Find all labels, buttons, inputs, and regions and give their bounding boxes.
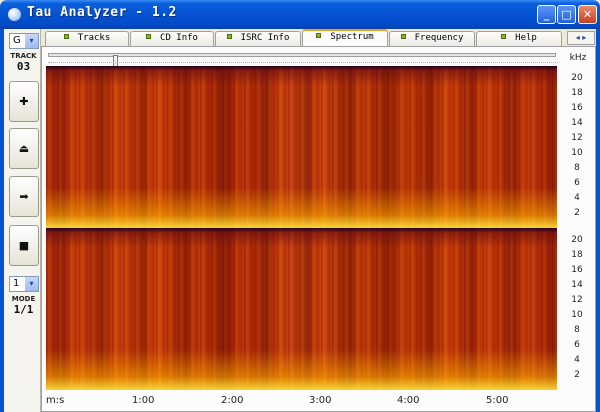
status-led-icon [316, 33, 322, 38]
plus-icon: ✚ [19, 95, 29, 108]
time-unit-label: m:s [46, 395, 65, 406]
app-icon [7, 7, 22, 22]
eject-button[interactable]: ⏏ [9, 128, 39, 169]
tab-cd-info[interactable]: CD Info [130, 31, 214, 46]
side-panel: G ▾ TRACK 03 ✚ ⏏ ➡ ■ 1 ▾ MODE 1/1 [4, 29, 41, 412]
tab-help[interactable]: Help [476, 31, 562, 46]
zoom-in-button[interactable]: ✚ [9, 81, 39, 122]
time-tick: 2:00 [221, 395, 244, 406]
status-led-icon [400, 34, 406, 39]
time-tick: 3:00 [309, 395, 332, 406]
mode-select-value: 1 [13, 278, 20, 289]
tab-spectrum[interactable]: Spectrum [302, 29, 388, 46]
time-tick: 1:00 [132, 395, 155, 406]
tab-label: Frequency [414, 33, 464, 43]
status-led-icon [226, 34, 232, 39]
window-frame-right [596, 29, 600, 412]
position-slider[interactable] [48, 53, 556, 67]
freq-tick: 2 [574, 208, 580, 218]
tab-frequency[interactable]: Frequency [389, 31, 475, 46]
freq-tick: 4 [574, 193, 580, 203]
status-led-icon [63, 34, 69, 39]
track-number: 03 [16, 60, 31, 73]
tab-label: Spectrum [330, 32, 374, 42]
freq-tick: 14 [571, 280, 583, 290]
freq-tick: 12 [571, 295, 583, 305]
mode-value: 1/1 [13, 303, 34, 316]
chevron-down-icon[interactable]: ▾ [25, 277, 38, 291]
mode-select[interactable]: 1 ▾ [9, 276, 39, 292]
track-label: TRACK [10, 52, 37, 60]
drive-select-value: G [13, 35, 21, 46]
arrow-right-icon: ➡ [19, 190, 29, 203]
maximize-button[interactable]: □ [557, 5, 576, 24]
slider-tick-marks [48, 62, 558, 63]
play-button[interactable]: ➡ [9, 176, 39, 217]
freq-tick: 6 [574, 178, 580, 188]
tab-label: ISRC Info [240, 33, 290, 43]
freq-tick: 8 [574, 325, 580, 335]
tab-label: CD Info [160, 33, 198, 43]
freq-tick: 10 [571, 310, 583, 320]
freq-unit-label: kHz [569, 53, 587, 63]
freq-tick: 20 [571, 235, 583, 245]
tab-bar: Tracks CD Info ISRC Info Spectrum Freque… [41, 29, 596, 46]
frequency-axis-bottom: 20 18 16 14 12 10 8 6 4 2 [561, 228, 595, 390]
mode-label: MODE [11, 295, 36, 303]
freq-tick: 10 [571, 148, 583, 158]
status-led-icon [501, 34, 507, 39]
freq-tick: 20 [571, 73, 583, 83]
title-bar[interactable]: Tau Analyzer - 1.2 _ □ ✕ [0, 0, 600, 29]
freq-tick: 4 [574, 355, 580, 365]
close-button[interactable]: ✕ [578, 5, 597, 24]
freq-tick: 14 [571, 118, 583, 128]
freq-tick: 16 [571, 103, 583, 113]
freq-tick: 18 [571, 250, 583, 260]
freq-tick: 16 [571, 265, 583, 275]
spectrum-panel: kHz 20 18 16 14 12 10 8 6 4 2 20 18 16 1… [41, 46, 596, 412]
chevron-down-icon[interactable]: ▾ [25, 34, 38, 48]
tab-label: Tracks [77, 33, 111, 43]
tab-isrc-info[interactable]: ISRC Info [215, 31, 301, 46]
freq-tick: 6 [574, 340, 580, 350]
freq-tick: 8 [574, 163, 580, 173]
minimize-button[interactable]: _ [537, 5, 556, 24]
freq-tick: 12 [571, 133, 583, 143]
stop-button[interactable]: ■ [9, 225, 39, 266]
time-tick: 5:00 [486, 395, 509, 406]
frequency-axis-top: kHz 20 18 16 14 12 10 8 6 4 2 [561, 53, 595, 228]
spectrogram-right-channel [46, 228, 557, 390]
status-led-icon [146, 34, 152, 39]
time-tick: 4:00 [397, 395, 420, 406]
eject-icon: ⏏ [18, 142, 30, 155]
spectrogram-left-channel [46, 66, 557, 228]
tab-label: Help [515, 33, 537, 43]
stop-icon: ■ [18, 239, 30, 252]
time-axis: m:s 1:00 2:00 3:00 4:00 5:00 [46, 392, 557, 410]
drive-select[interactable]: G ▾ [9, 33, 39, 49]
tab-scroll-arrows[interactable]: ◂ ▸ [567, 31, 595, 45]
freq-tick: 18 [571, 88, 583, 98]
freq-tick: 2 [574, 370, 580, 380]
tab-tracks[interactable]: Tracks [45, 31, 129, 46]
window-title: Tau Analyzer - 1.2 [27, 5, 177, 20]
